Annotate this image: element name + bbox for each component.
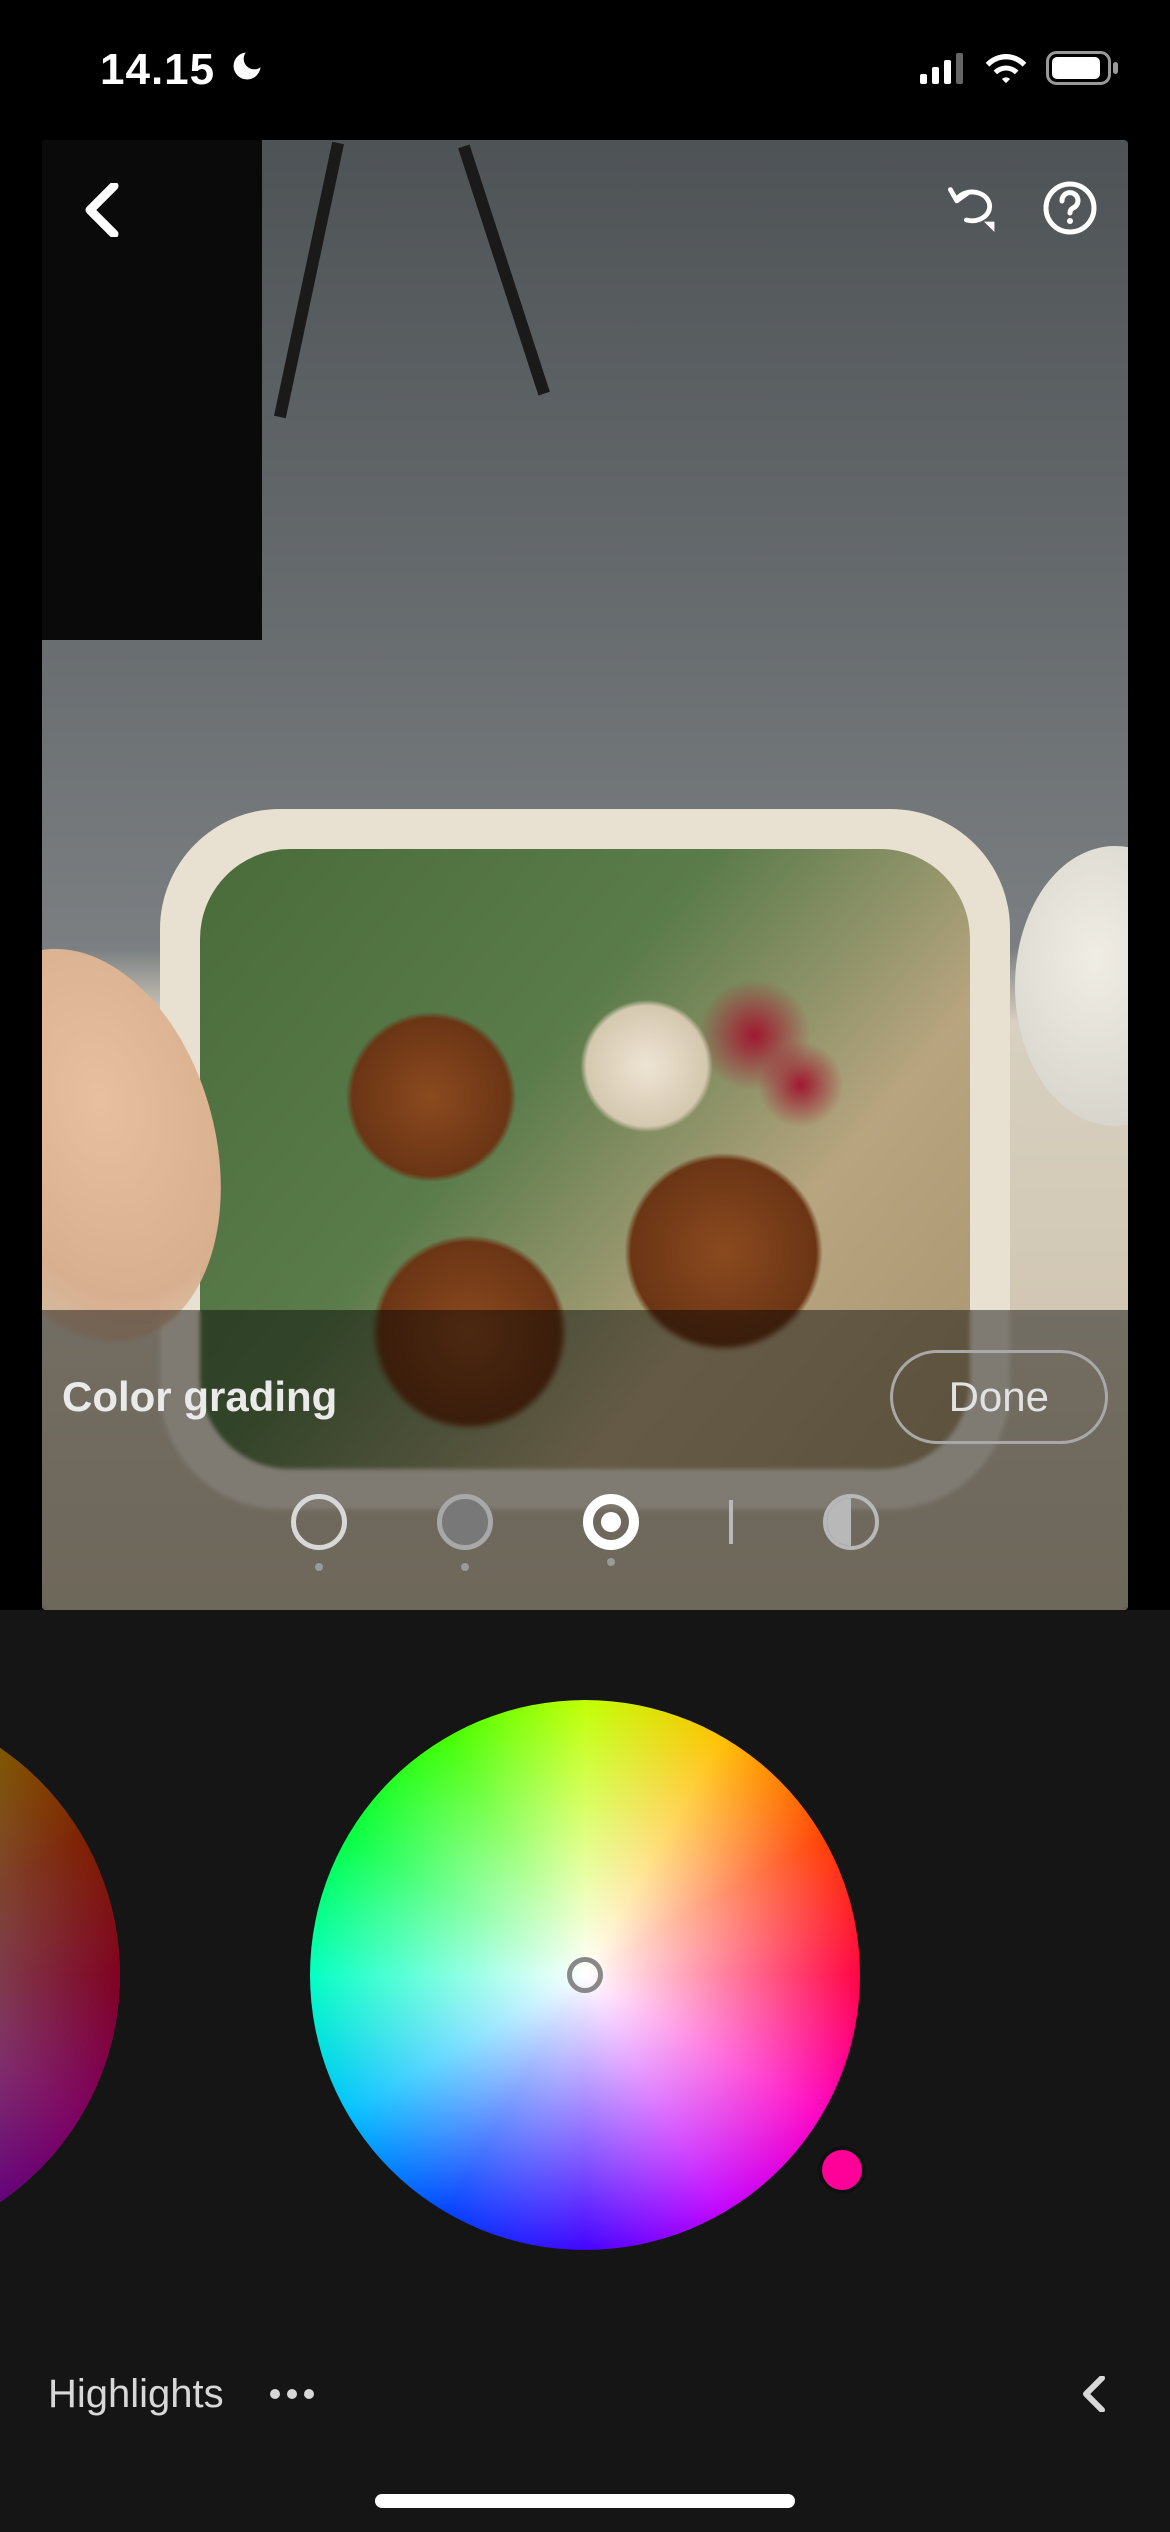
tab-shadows[interactable] xyxy=(291,1494,347,1550)
tone-range-tabs xyxy=(42,1494,1128,1550)
ellipsis-icon xyxy=(268,2387,316,2401)
tab-midtones[interactable] xyxy=(437,1494,493,1550)
collapse-button[interactable] xyxy=(1066,2366,1122,2422)
chevron-left-icon xyxy=(84,183,120,237)
status-time: 14.15 xyxy=(100,45,215,95)
help-icon xyxy=(1043,181,1097,235)
panel-title: Color grading xyxy=(62,1373,337,1421)
undo-button[interactable] xyxy=(944,180,1000,236)
tab-separator xyxy=(729,1500,733,1544)
photo-preview[interactable]: Color grading Done xyxy=(42,140,1128,1610)
more-options-button[interactable] xyxy=(264,2366,320,2422)
back-button[interactable] xyxy=(72,180,132,240)
color-wheel-hue-handle[interactable] xyxy=(822,2150,862,2190)
status-right xyxy=(920,51,1120,90)
slider-label: Highlights xyxy=(48,2372,224,2417)
color-grading-panel: Highlights xyxy=(0,1610,1170,2532)
home-indicator[interactable] xyxy=(375,2494,795,2508)
color-wheel-highlights[interactable] xyxy=(310,1700,860,2250)
done-button[interactable]: Done xyxy=(890,1350,1108,1444)
panel-header: Color grading Done xyxy=(42,1310,1128,1610)
chevron-right-icon xyxy=(1082,2376,1106,2412)
color-wheel-picker[interactable] xyxy=(567,1957,603,1993)
tab-global[interactable] xyxy=(823,1494,879,1550)
photo-overlay-actions xyxy=(944,180,1098,236)
help-button[interactable] xyxy=(1042,180,1098,236)
cell-signal-icon xyxy=(920,52,966,89)
photo-overlay-top xyxy=(42,140,1128,280)
color-wheel-row xyxy=(0,1680,1170,2300)
moon-icon xyxy=(229,45,265,95)
undo-icon xyxy=(944,175,1000,241)
color-wheel-midtones-preview[interactable] xyxy=(0,1700,120,2250)
status-time-group: 14.15 xyxy=(100,45,265,95)
status-bar: 14.15 xyxy=(0,0,1170,140)
battery-icon xyxy=(1046,51,1120,90)
wifi-icon xyxy=(984,52,1028,89)
tab-highlights[interactable] xyxy=(583,1494,639,1550)
slider-bar: Highlights xyxy=(0,2366,1170,2422)
